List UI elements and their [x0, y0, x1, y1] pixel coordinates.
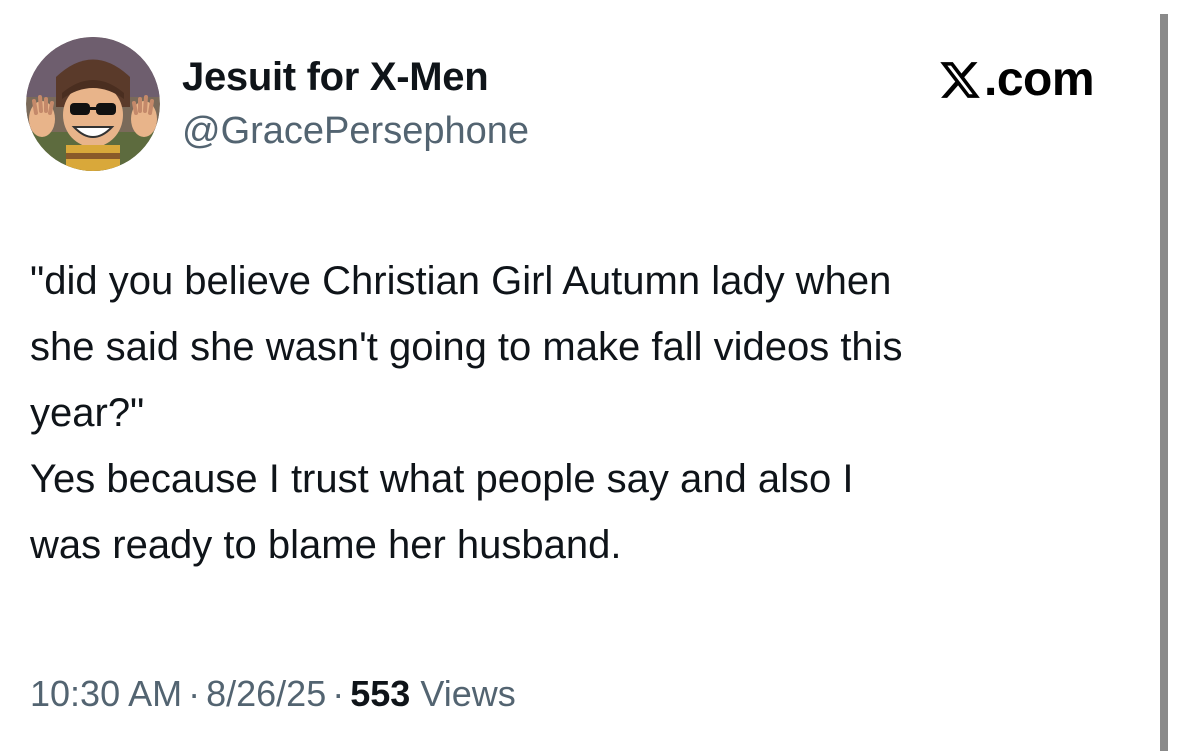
brand-text: .com [984, 53, 1095, 106]
views-label: Views [420, 673, 516, 714]
tweet-text-line: "did you believe Christian Girl Autumn l… [30, 259, 892, 303]
scrollbar[interactable] [1160, 14, 1168, 751]
user-handle[interactable]: @GracePersephone [182, 108, 529, 154]
meta-separator: · [188, 673, 201, 714]
tweet-text-line: was ready to blame her husband. [30, 523, 622, 567]
views-count: 553 [350, 673, 411, 714]
tweet-text-line: she said she wasn't going to make fall v… [30, 325, 903, 369]
tweet-text: "did you believe Christian Girl Autumn l… [30, 248, 1150, 578]
tweet-date[interactable]: 8/26/25 [206, 673, 326, 714]
tweet-meta: 10:30 AM · 8/26/25 · 553 Views [30, 668, 516, 720]
meta-separator: · [332, 673, 345, 714]
display-name[interactable]: Jesuit for X-Men [182, 52, 489, 102]
tweet-card: Jesuit for X-Men @GracePersephone .com "… [0, 0, 1179, 751]
tweet-text-line: year?" [30, 391, 145, 435]
x-brand[interactable]: .com [938, 52, 1095, 108]
x-logo-icon [940, 62, 980, 98]
avatar[interactable] [26, 37, 160, 171]
tweet-text-line: Yes because I trust what people say and … [30, 457, 854, 501]
cartoon-avatar-icon [26, 37, 160, 171]
tweet-time[interactable]: 10:30 AM [30, 673, 182, 714]
